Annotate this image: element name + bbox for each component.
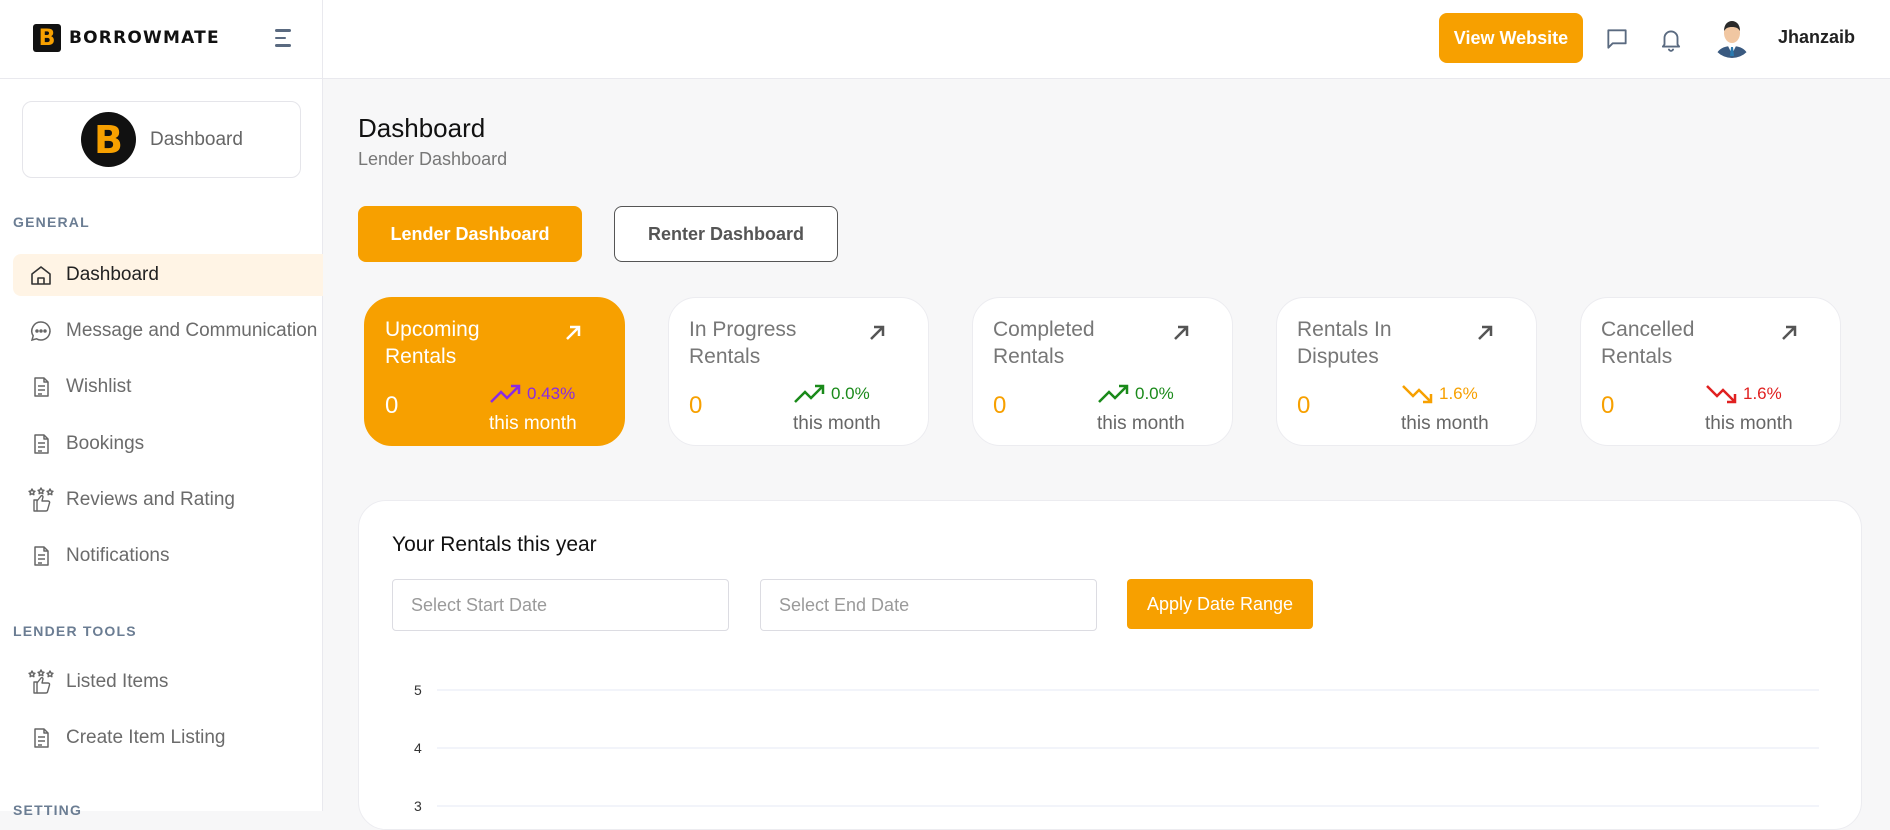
stat-card-in-progress[interactable]: In Progress Rentals 0 0.0% this month	[668, 297, 929, 446]
profile-label: Dashboard	[150, 128, 243, 150]
view-website-button[interactable]: View Website	[1439, 13, 1583, 63]
username[interactable]: Jhanzaib	[1778, 27, 1855, 48]
stat-card-upcoming[interactable]: Upcoming Rentals 0 0.43% this month	[364, 297, 625, 446]
stat-trend: 1.6%	[1705, 384, 1782, 404]
stat-period: this month	[1401, 413, 1489, 434]
section-label-setting: SETTING	[13, 802, 83, 818]
stat-title: Upcoming Rentals	[385, 318, 480, 368]
arrow-up-right-icon[interactable]	[866, 322, 888, 344]
stat-percent: 0.43%	[527, 384, 576, 403]
document-icon	[27, 724, 55, 752]
y-tick-label: 4	[414, 740, 422, 756]
trend-down-icon	[1706, 385, 1737, 404]
chat-bubble-icon	[27, 317, 55, 345]
tab-renter-dashboard[interactable]: Renter Dashboard	[614, 206, 838, 262]
stat-trend: 0.43%	[489, 384, 575, 404]
stat-card-disputes[interactable]: Rentals In Disputes 0 1.6% this month	[1276, 297, 1537, 446]
stat-card-cancelled[interactable]: Cancelled Rentals 0 1.6% this month	[1580, 297, 1841, 446]
brand-area: B BORROWMATE	[0, 0, 323, 79]
arrow-up-right-icon[interactable]	[1170, 322, 1192, 344]
rentals-chart-panel: Your Rentals this year Apply Date Range …	[358, 500, 1862, 830]
sidebar-item-listed-items[interactable]: Listed Items	[13, 661, 323, 703]
sidebar-item-create-listing[interactable]: Create Item Listing	[13, 717, 323, 759]
rentals-line-chart: 5 4 3	[414, 682, 1819, 812]
sidebar-item-label: Bookings	[66, 433, 145, 454]
stat-value: 0	[385, 392, 399, 419]
arrow-up-right-icon[interactable]	[1778, 322, 1800, 344]
sidebar-item-notifications[interactable]: Notifications	[13, 535, 323, 577]
thumbs-up-stars-icon	[27, 668, 55, 696]
sidebar-item-label: Wishlist	[66, 376, 132, 397]
stat-percent: 1.6%	[1743, 384, 1782, 403]
trend-up-icon	[490, 384, 521, 403]
stat-value: 0	[993, 392, 1007, 419]
sidebar: B Dashboard GENERAL Dashboard Message an…	[0, 79, 323, 818]
apply-date-range-button[interactable]: Apply Date Range	[1127, 579, 1313, 629]
stat-card-completed[interactable]: Completed Rentals 0 0.0% this month	[972, 297, 1233, 446]
document-icon	[27, 430, 55, 458]
menu-toggle-icon[interactable]	[275, 29, 291, 49]
page-subtitle: Lender Dashboard	[358, 149, 508, 169]
document-icon	[27, 373, 55, 401]
stat-value: 0	[1601, 392, 1615, 419]
stat-period: this month	[1705, 413, 1793, 434]
stat-title: Completed Rentals	[993, 318, 1095, 368]
sidebar-item-wishlist[interactable]: Wishlist	[13, 366, 323, 408]
sidebar-item-reviews[interactable]: Reviews and Rating	[13, 479, 323, 521]
stat-percent: 0.0%	[1135, 384, 1174, 403]
page-title: Dashboard	[358, 113, 486, 143]
y-tick-label: 3	[414, 798, 422, 812]
stat-percent: 0.0%	[831, 384, 870, 403]
trend-down-icon	[1402, 385, 1433, 404]
sidebar-item-dashboard[interactable]: Dashboard	[13, 254, 323, 296]
brand-logo[interactable]: B BORROWMATE	[33, 24, 220, 52]
panel-title: Your Rentals this year	[392, 533, 597, 556]
start-date-input[interactable]	[392, 579, 729, 631]
sidebar-item-messages[interactable]: Message and Communication	[13, 310, 323, 352]
section-label-general: GENERAL	[13, 214, 90, 230]
thumbs-up-stars-icon	[27, 486, 55, 514]
stat-title: In Progress Rentals	[689, 318, 797, 368]
stat-trend: 0.0%	[1097, 384, 1174, 404]
profile-card[interactable]: B Dashboard	[22, 101, 301, 178]
stat-value: 0	[1297, 392, 1311, 419]
stat-period: this month	[489, 413, 577, 434]
logo-mark: B	[33, 24, 61, 52]
sidebar-item-label: Notifications	[66, 545, 170, 566]
y-tick-label: 5	[414, 682, 422, 698]
tab-lender-dashboard[interactable]: Lender Dashboard	[358, 206, 582, 262]
sidebar-item-bookings[interactable]: Bookings	[13, 423, 323, 465]
end-date-input[interactable]	[760, 579, 1097, 631]
profile-logo: B	[81, 112, 136, 167]
avatar[interactable]	[1711, 16, 1753, 58]
stat-trend: 1.6%	[1401, 384, 1478, 404]
trend-up-icon	[1098, 384, 1129, 403]
stat-trend: 0.0%	[793, 384, 870, 404]
home-icon	[27, 261, 55, 289]
logo-text: BORROWMATE	[69, 28, 220, 48]
stat-period: this month	[793, 413, 881, 434]
sidebar-item-label: Dashboard	[66, 264, 159, 285]
section-label-lender-tools: LENDER TOOLS	[13, 623, 137, 639]
arrow-up-right-icon[interactable]	[1474, 322, 1496, 344]
arrow-up-right-icon[interactable]	[562, 322, 584, 344]
top-bar: B BORROWMATE View Website Jhanzaib	[0, 0, 1890, 79]
document-icon	[27, 542, 55, 570]
stat-title: Cancelled Rentals	[1601, 318, 1695, 368]
stat-value: 0	[689, 392, 703, 419]
sidebar-item-label: Create Item Listing	[66, 727, 226, 748]
stat-title: Rentals In Disputes	[1297, 318, 1392, 368]
trend-up-icon	[794, 384, 825, 403]
sidebar-item-label: Listed Items	[66, 671, 169, 692]
stat-period: this month	[1097, 413, 1185, 434]
sidebar-item-label: Reviews and Rating	[66, 489, 235, 510]
chat-icon[interactable]	[1602, 24, 1632, 54]
bell-icon[interactable]	[1656, 24, 1686, 54]
stat-percent: 1.6%	[1439, 384, 1478, 403]
sidebar-item-label: Message and Communication	[66, 320, 318, 341]
